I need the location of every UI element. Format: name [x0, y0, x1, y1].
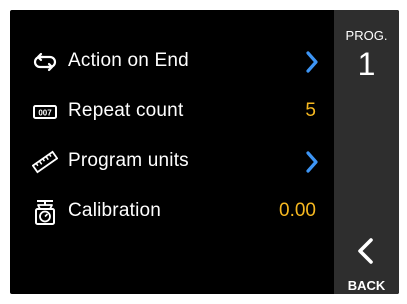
- svg-text:007: 007: [38, 109, 52, 118]
- calibration-value: 0.00: [279, 200, 316, 221]
- menu-item-label: Program units: [68, 150, 189, 171]
- back-button[interactable]: BACK: [334, 278, 399, 293]
- menu-item-label: Calibration: [68, 200, 162, 221]
- menu-item-repeat-count[interactable]: 007 Repeat count 5: [10, 87, 334, 137]
- counter-icon: 007: [33, 105, 57, 119]
- menu-item-calibration[interactable]: Calibration 0.00: [10, 187, 334, 237]
- repeat-loop-icon: [33, 52, 57, 72]
- chevron-right-icon[interactable]: [304, 150, 320, 174]
- device-screen: Action on End 007 Repeat count 5 Program…: [10, 10, 399, 294]
- settings-menu: Action on End 007 Repeat count 5 Program…: [10, 10, 334, 294]
- chevron-right-icon[interactable]: [304, 50, 320, 74]
- menu-item-label: Repeat count: [68, 100, 184, 121]
- menu-item-action-on-end[interactable]: Action on End: [10, 37, 334, 87]
- program-number: 1: [357, 46, 376, 82]
- chevron-left-icon[interactable]: [354, 236, 376, 266]
- scale-icon: [35, 200, 55, 225]
- menu-item-label: Action on End: [68, 50, 189, 71]
- menu-item-program-units[interactable]: Program units: [10, 137, 334, 187]
- program-label: PROG.: [345, 28, 388, 43]
- repeat-count-value: 5: [305, 100, 316, 121]
- ruler-icon: [32, 150, 58, 174]
- sidebar: PROG. 1 BACK: [334, 10, 399, 294]
